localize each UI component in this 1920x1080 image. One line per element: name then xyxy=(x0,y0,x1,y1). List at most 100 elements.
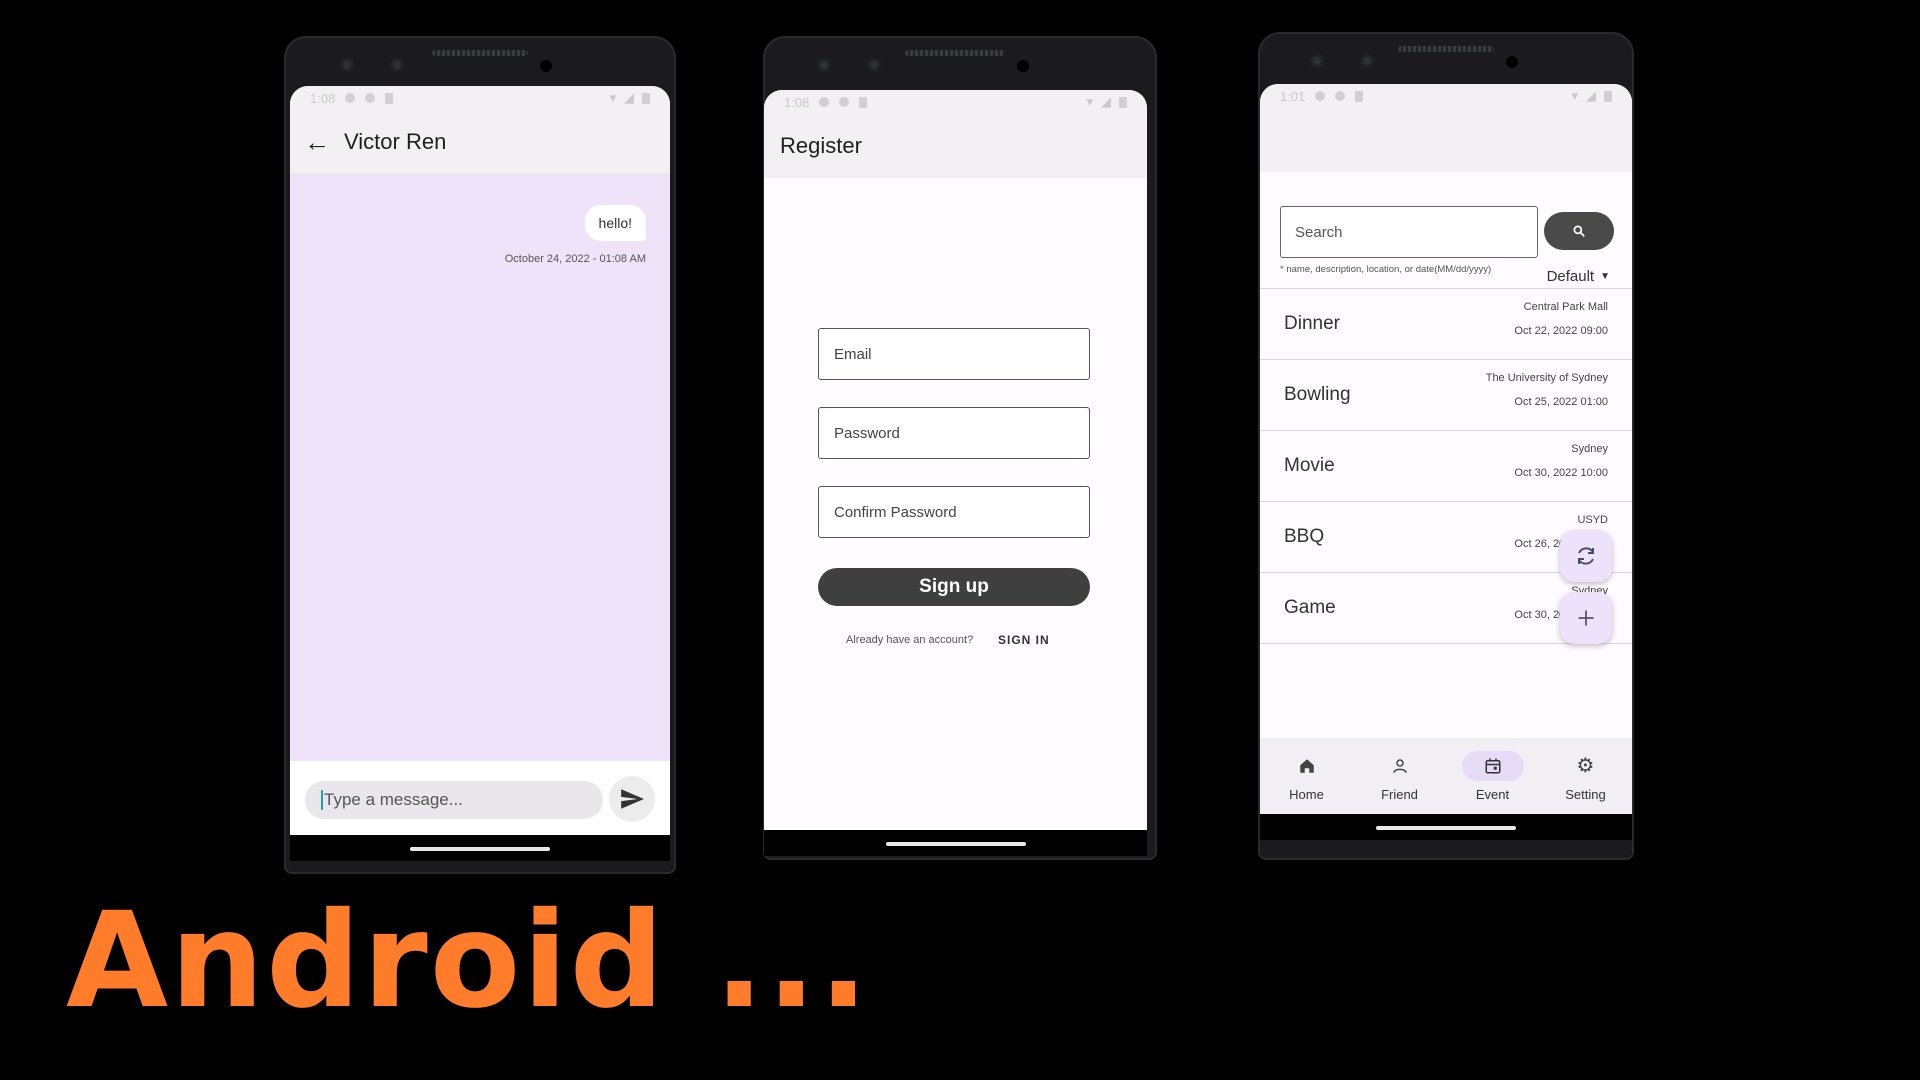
calendar-icon-wrap xyxy=(1461,750,1524,781)
settings-status-icon xyxy=(345,93,356,103)
status-bar: 1:08 ▾ ◢ xyxy=(764,90,1147,114)
signal-icon: ◢ xyxy=(1101,94,1111,109)
register-form: Email Password Confirm Password Sign up … xyxy=(764,178,1147,830)
event-row[interactable]: Bowling The University of Sydney Oct 25,… xyxy=(1260,359,1632,430)
sd-card-status-icon xyxy=(385,92,394,104)
signal-icon: ◢ xyxy=(1586,88,1596,103)
gesture-bar xyxy=(1260,814,1632,840)
refresh-button[interactable] xyxy=(1560,530,1612,582)
send-button[interactable] xyxy=(609,776,655,822)
nav-setting-label: Setting xyxy=(1565,786,1606,802)
home-icon xyxy=(1299,758,1314,773)
search-button[interactable] xyxy=(1544,212,1614,250)
sort-label: Default xyxy=(1546,268,1595,285)
event-name: Game xyxy=(1284,597,1336,618)
event-location: Central Park Mall xyxy=(1523,301,1608,313)
home-indicator[interactable] xyxy=(1376,826,1516,830)
event-row[interactable]: Movie Sydney Oct 30, 2022 10:00 xyxy=(1260,430,1632,501)
speaker-grille xyxy=(905,50,1005,56)
password-field[interactable]: Password xyxy=(818,407,1090,459)
settings-status-icon xyxy=(819,97,830,107)
sort-dropdown[interactable]: Default ▼ xyxy=(1547,268,1610,285)
message-composer: Type a message... xyxy=(290,761,670,835)
search-icon xyxy=(1573,225,1585,237)
confirm-password-field[interactable]: Confirm Password xyxy=(818,486,1090,538)
gear-icon: ⚙ xyxy=(1576,755,1595,777)
email-label: Email xyxy=(834,345,872,363)
message-input-placeholder: Type a message... xyxy=(324,790,463,809)
sd-card-status-icon xyxy=(1355,90,1364,102)
camera-icon xyxy=(1310,54,1324,68)
battery-icon xyxy=(1604,90,1612,102)
wifi-icon: ▾ xyxy=(1571,88,1578,103)
front-sensor xyxy=(1017,60,1029,72)
refresh-icon xyxy=(1578,547,1594,565)
camera-icon xyxy=(867,58,881,72)
event-date: Oct 25, 2022 01:00 xyxy=(1514,396,1608,408)
search-input[interactable]: Search xyxy=(1280,206,1538,258)
status-time: 1:08 xyxy=(784,94,810,110)
front-sensor xyxy=(1506,56,1518,68)
camera-icon xyxy=(817,58,831,72)
event-location: USYD xyxy=(1577,514,1608,526)
shield-status-icon xyxy=(1335,91,1346,101)
message-timestamp: October 24, 2022 - 01:08 AM xyxy=(504,253,646,265)
event-date: Oct 22, 2022 09:00 xyxy=(1514,325,1608,337)
event-name: Bowling xyxy=(1284,384,1351,405)
event-location: The University of Sydney xyxy=(1485,372,1608,384)
register-app-bar: Register xyxy=(764,114,1147,178)
already-account-text: Already have an account? xyxy=(846,634,974,646)
nav-home[interactable]: Home xyxy=(1260,738,1353,814)
battery-icon xyxy=(1119,96,1127,108)
phone-register: 1:08 ▾ ◢ Register Email Password Confirm xyxy=(763,36,1157,860)
events-content: Search * name, description, location, or… xyxy=(1260,172,1632,814)
wifi-icon: ▾ xyxy=(609,90,616,105)
gesture-bar xyxy=(764,830,1147,856)
signal-icon: ◢ xyxy=(624,90,634,105)
nav-setting[interactable]: ⚙ Setting xyxy=(1539,738,1632,814)
plus-icon xyxy=(1578,610,1594,626)
back-arrow-icon[interactable]: ← xyxy=(290,127,344,158)
speaker-grille xyxy=(432,50,528,56)
register-screen: 1:08 ▾ ◢ Register Email Password Confirm xyxy=(764,90,1147,856)
android-caption: Android ... xyxy=(66,884,871,1038)
home-indicator[interactable] xyxy=(410,847,550,851)
chat-messages-area[interactable]: hello! October 24, 2022 - 01:08 AM xyxy=(290,175,670,761)
gesture-bar xyxy=(290,835,670,861)
nav-friend[interactable]: Friend xyxy=(1353,738,1446,814)
event-row[interactable]: Dinner Central Park Mall Oct 22, 2022 09… xyxy=(1260,288,1632,359)
nav-event-label: Event xyxy=(1475,786,1510,802)
shield-status-icon xyxy=(365,93,376,103)
camera-icon xyxy=(1360,54,1374,68)
calendar-icon xyxy=(1485,758,1500,773)
home-indicator[interactable] xyxy=(885,842,1026,846)
person-icon xyxy=(1392,758,1407,773)
event-location: Sydney xyxy=(1571,443,1608,455)
chat-app-bar: ← Victor Ren xyxy=(290,110,670,175)
sign-up-button[interactable]: Sign up xyxy=(818,568,1090,606)
page-title: Register xyxy=(780,133,862,158)
front-sensor xyxy=(540,60,552,72)
chat-contact-name: Victor Ren xyxy=(344,129,447,154)
status-time: 1:01 xyxy=(1280,88,1306,104)
phone-chat: 1:08 ▾ ◢ ← Victor Ren hello! October 24,… xyxy=(284,36,676,874)
person-icon-wrap xyxy=(1369,751,1431,781)
nav-event[interactable]: Event xyxy=(1446,738,1539,814)
event-name: BBQ xyxy=(1284,526,1325,547)
sign-in-link[interactable]: SIGN IN xyxy=(998,633,1050,647)
text-caret xyxy=(321,790,323,810)
event-date: Oct 30, 2022 10:00 xyxy=(1514,467,1608,479)
message-bubble: hello! xyxy=(584,205,646,241)
events-screen: 1:01 ▾ ◢ Search * name, description, loc… xyxy=(1260,84,1632,840)
chat-screen: 1:08 ▾ ◢ ← Victor Ren hello! October 24,… xyxy=(290,86,670,861)
message-input[interactable]: Type a message... xyxy=(305,781,603,819)
bottom-navigation: Home Friend Event ⚙ Setting xyxy=(1260,738,1632,814)
sd-card-status-icon xyxy=(859,96,868,108)
confirm-password-label: Confirm Password xyxy=(834,503,957,521)
add-event-button[interactable] xyxy=(1560,592,1612,644)
email-field[interactable]: Email xyxy=(818,328,1090,380)
search-placeholder: Search xyxy=(1295,223,1343,241)
event-name: Dinner xyxy=(1284,313,1340,334)
events-app-bar xyxy=(1260,108,1632,172)
status-bar: 1:01 ▾ ◢ xyxy=(1260,84,1632,108)
